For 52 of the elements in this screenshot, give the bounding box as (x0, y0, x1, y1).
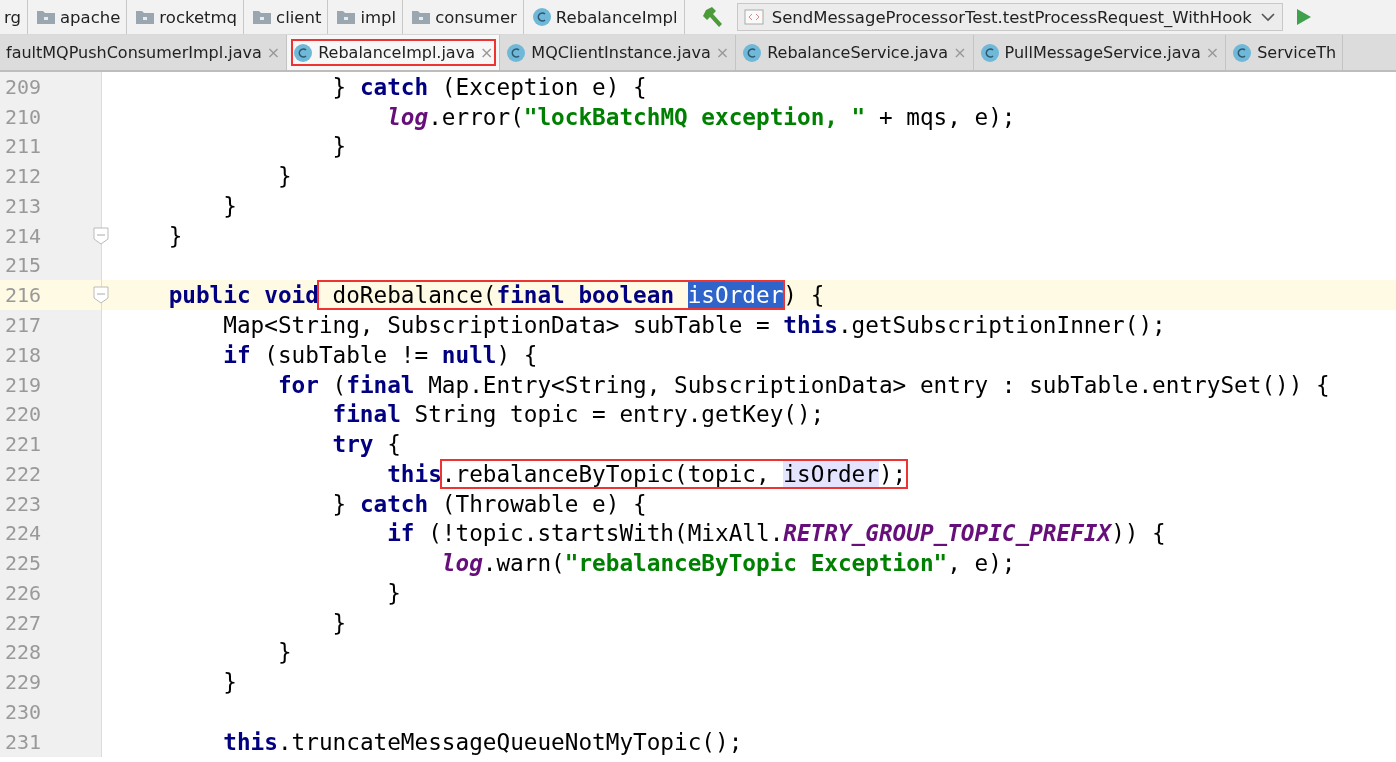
line-number: 223 (5, 491, 42, 516)
line-number: 230 (5, 699, 42, 724)
line-number: 209 (5, 74, 42, 99)
breadcrumb-item[interactable]: impl (360, 7, 397, 27)
line-number: 220 (5, 402, 42, 427)
code-line: log.error("lockBatchMQ exception, " + mqs, e); (386, 103, 1016, 130)
code-line: } (331, 609, 347, 636)
line-number: 215 (5, 253, 42, 278)
breadcrumb-item[interactable]: rg (4, 7, 21, 27)
line-number: 214 (5, 223, 42, 248)
line-number: 212 (5, 164, 42, 189)
code-line: } catch (Throwable e) { (331, 490, 647, 517)
code-line: try { (331, 431, 401, 458)
code-line: } (276, 639, 292, 666)
code-line: Map<String, SubscriptionData> subTable = this.getSubscriptionInner(); (222, 312, 1166, 338)
run-configuration-dropdown[interactable]: SendMessageProcessorTest.testProcessRequest_WithHook (736, 3, 1283, 31)
code-line: } (331, 133, 347, 160)
code-line: } (222, 669, 237, 696)
code-line: final String topic = entry.getKey(); (331, 401, 825, 428)
line-number: 213 (5, 193, 42, 218)
line-number: 210 (5, 104, 42, 129)
line-number: 219 (5, 372, 42, 397)
code-line: log.warn("rebalanceByTopic Exception", e); (440, 550, 1016, 577)
breadcrumb-item[interactable]: apache (59, 7, 121, 27)
line-number: 225 (5, 551, 42, 576)
breadcrumb-item[interactable]: RebalanceImpl (555, 7, 678, 27)
code-line: } (222, 192, 237, 219)
line-number: 216 (5, 283, 42, 308)
line-number: 218 (5, 342, 42, 367)
breadcrumb-item[interactable]: client (276, 7, 322, 27)
code-line: if (subTable != null) { (222, 341, 538, 368)
line-number: 227 (5, 610, 42, 635)
line-number: 221 (5, 432, 42, 457)
line-number: 211 (5, 134, 42, 159)
code-line: if (!topic.startsWith(MixAll.RETRY_GROUP_TOPIC_PREFIX)) { (386, 520, 1166, 547)
line-number: 229 (5, 670, 42, 695)
line-number: 224 (5, 521, 42, 546)
code-line: this.rebalanceByTopic(topic, isOrder); (386, 460, 907, 487)
line-number: 217 (5, 313, 42, 337)
line-number: 231 (5, 729, 42, 754)
code-line: } (167, 222, 183, 249)
editor-tab[interactable]: RebalanceImpl.java × (287, 35, 501, 70)
line-number: 226 (5, 580, 42, 605)
line-number: 228 (5, 640, 42, 665)
code-line: this.truncateMessageQueueNotMyTopic(); (222, 728, 743, 755)
breadcrumb-item[interactable]: rocketmq (159, 7, 238, 27)
line-number: 222 (5, 461, 42, 486)
code-line: } catch (Exception e) { (331, 73, 647, 100)
code-line: for (final Map.Entry<String, SubscriptionData> entry : subTable.entrySet()) { (276, 371, 1330, 398)
code-line: } (276, 163, 292, 190)
code-line: } (386, 579, 401, 606)
breadcrumb-item[interactable]: consumer (435, 7, 517, 27)
